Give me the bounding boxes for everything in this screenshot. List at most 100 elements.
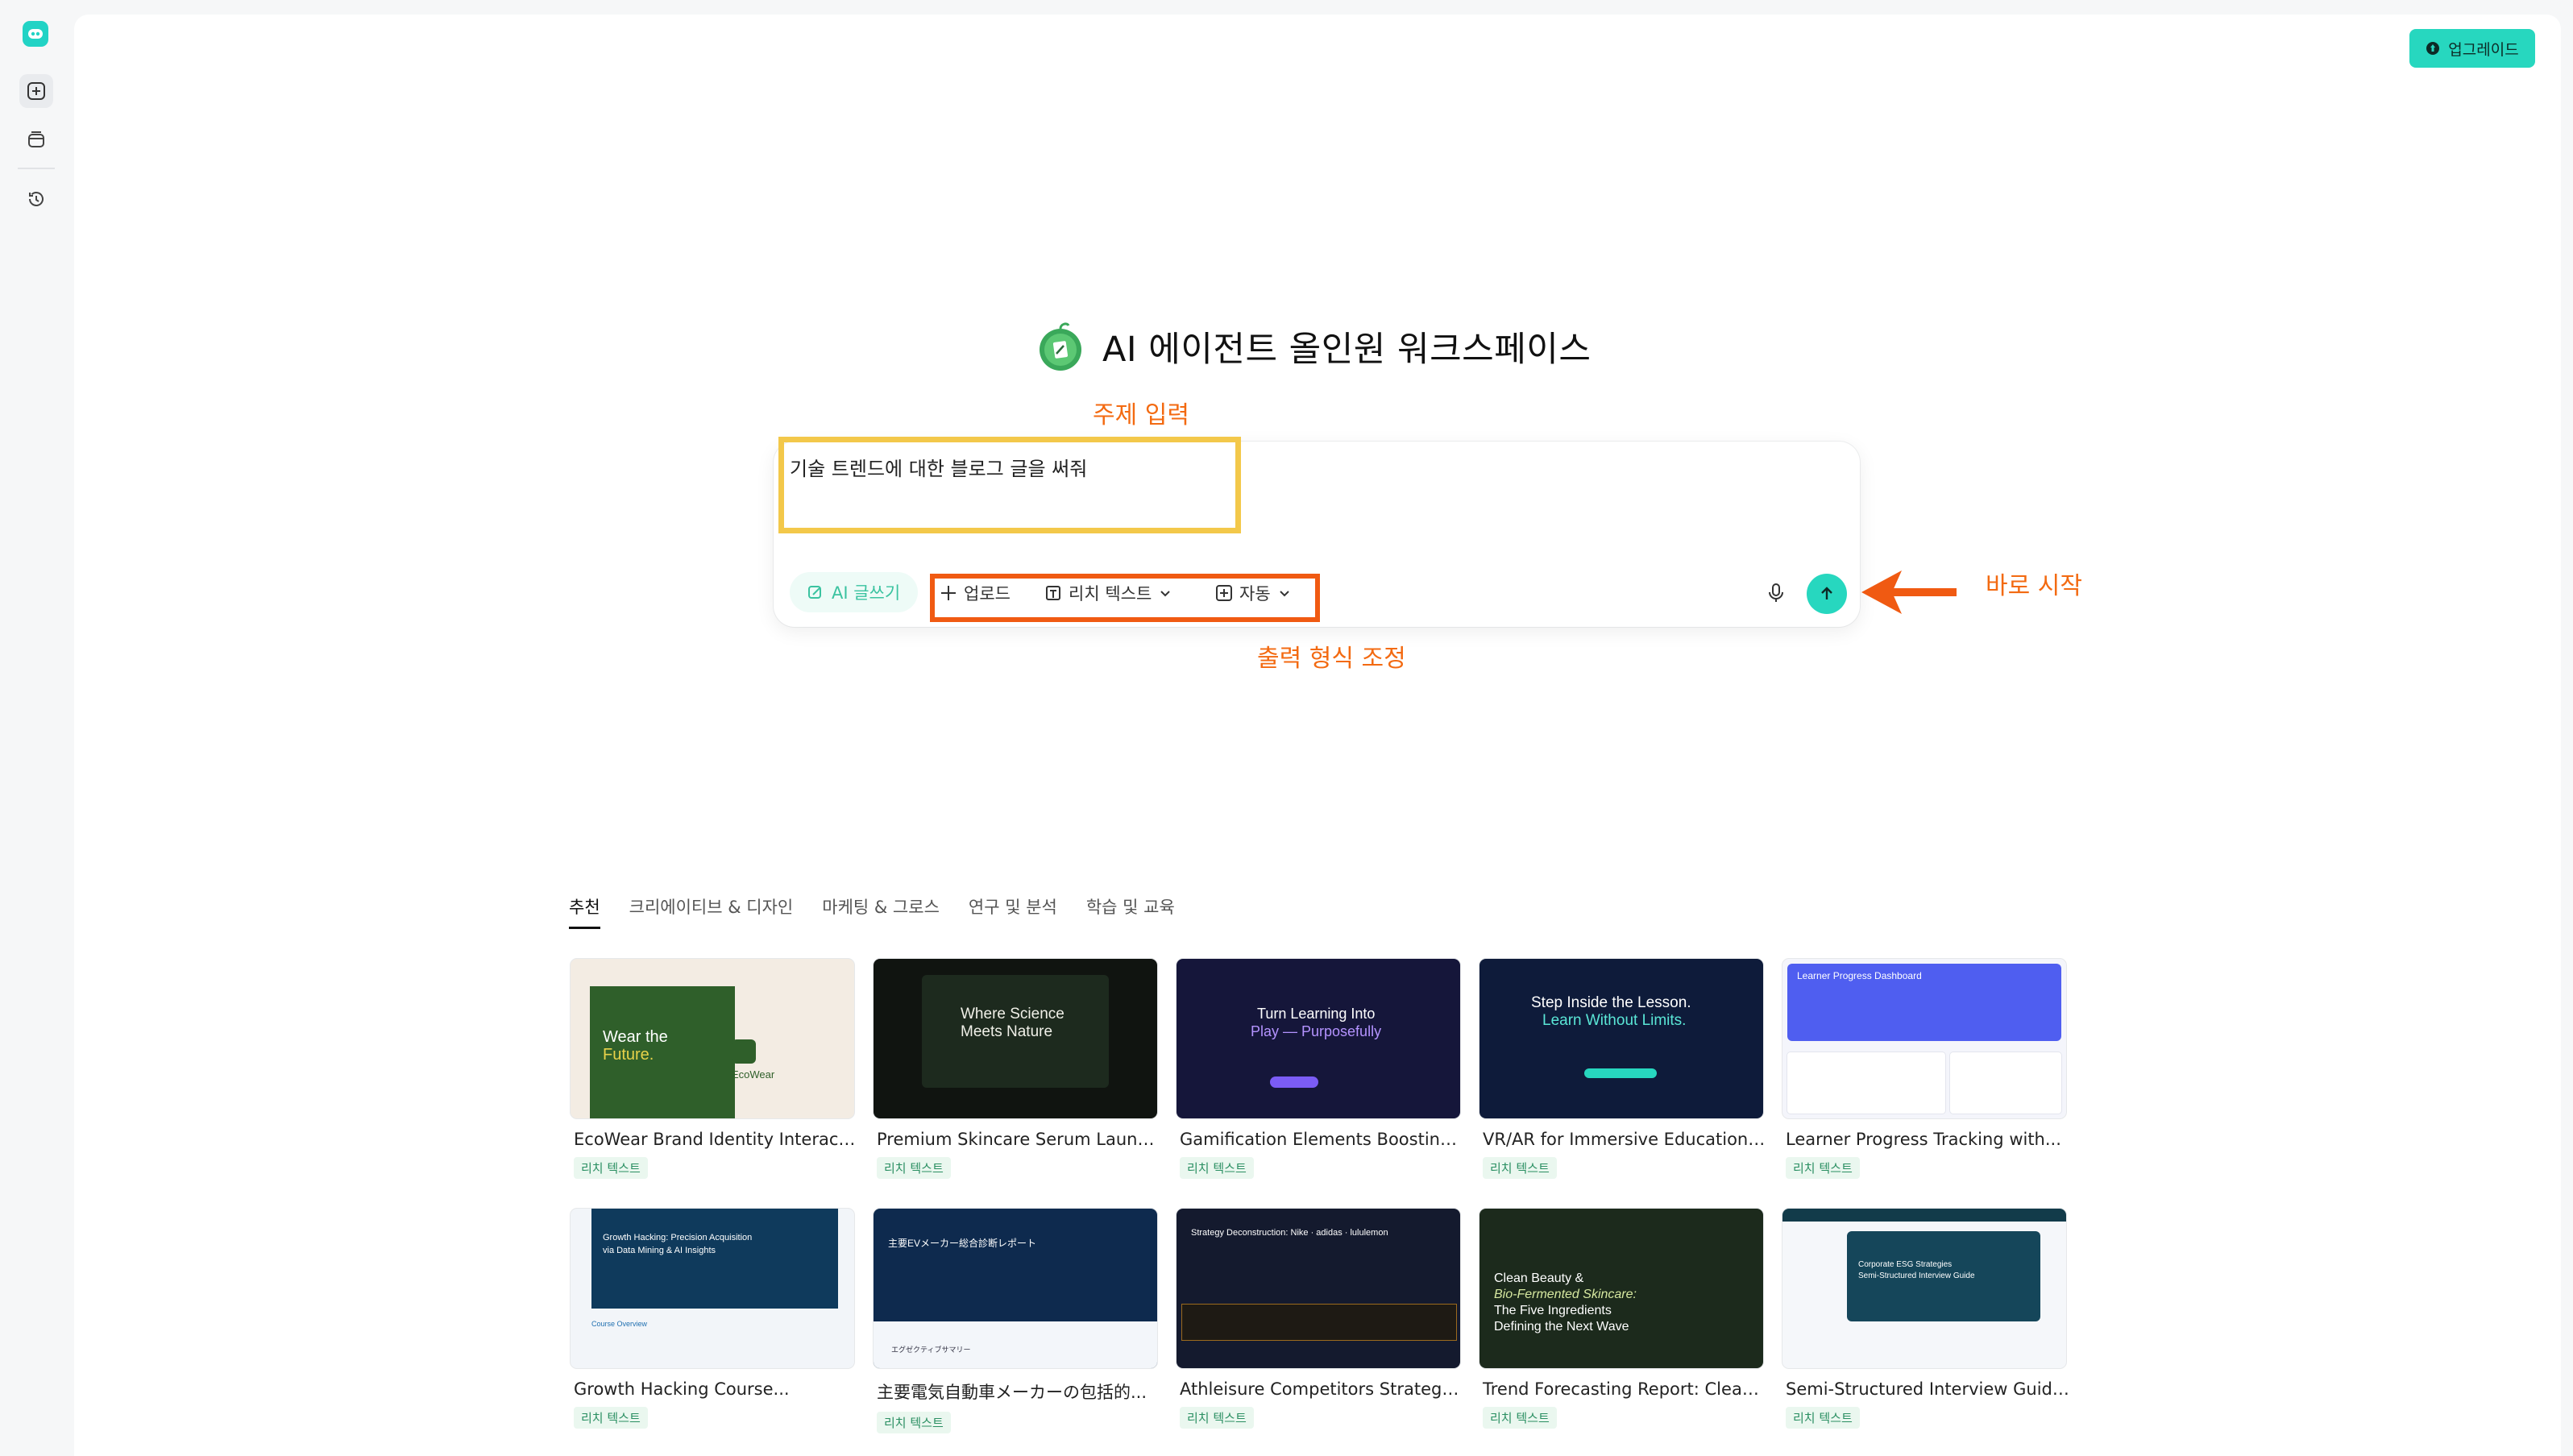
thumb-text: Strategy Deconstruction: Nike · adidas ·… xyxy=(1191,1228,1388,1238)
annotation-topic: 주제 입력 xyxy=(1093,401,1189,429)
thumb-text: Growth Hacking: Precision Acquisition xyxy=(603,1233,753,1242)
card-tag: 리치 텍스트 xyxy=(1180,1157,1254,1179)
upload-button[interactable]: 업로드 xyxy=(940,577,1011,609)
rich-text-select[interactable]: 리치 텍스트 xyxy=(1044,577,1172,609)
template-card[interactable]: 主要EVメーカー総合診断レポート エグゼクティブサマリー 主要電気自動車メーカー… xyxy=(874,1209,1157,1433)
thumb-text: Meets Nature xyxy=(961,1023,1053,1040)
annotation-start: 바로 시작 xyxy=(1986,572,2082,600)
library-icon[interactable] xyxy=(19,122,53,156)
thumb-text: Future. xyxy=(603,1046,654,1064)
card-thumbnail: Strategy Deconstruction: Nike · adidas ·… xyxy=(1177,1209,1460,1368)
sidebar-divider xyxy=(18,168,55,169)
card-thumbnail: Growth Hacking: Precision Acquisition vi… xyxy=(571,1209,854,1368)
card-title: Trend Forecasting Report: Clean... xyxy=(1483,1379,1766,1399)
template-card[interactable]: Where Science Meets Nature Premium Skinc… xyxy=(874,959,1160,1179)
card-thumbnail: Wear the Future. EcoWear xyxy=(571,959,854,1118)
template-card[interactable]: Learner Progress Dashboard Learner Progr… xyxy=(1782,959,2066,1179)
upgrade-button[interactable]: 업그레이드 xyxy=(2409,29,2535,68)
thumb-text: Step Inside the Lesson. xyxy=(1531,994,1691,1011)
tab-creative-design[interactable]: 크리에이티브 & 디자인 xyxy=(629,894,794,929)
card-thumbnail: Learner Progress Dashboard xyxy=(1782,959,2066,1118)
template-card[interactable]: Turn Learning Into Play — Purposefully G… xyxy=(1177,959,1463,1179)
thumb-text: Wear the xyxy=(603,1028,668,1046)
card-thumbnail: Corporate ESG Strategies Semi-Structured… xyxy=(1782,1209,2066,1368)
arrow-up-icon xyxy=(1821,587,1832,599)
sidebar xyxy=(0,0,74,1456)
thumb-text: Semi-Structured Interview Guide xyxy=(1858,1271,1975,1280)
card-tag: 리치 텍스트 xyxy=(1180,1407,1254,1429)
thumb-text: 主要EVメーカー総合診断レポート xyxy=(888,1238,1037,1249)
card-thumbnail: Turn Learning Into Play — Purposefully xyxy=(1177,959,1460,1118)
ai-writing-label: AI 글쓰기 xyxy=(832,583,901,603)
mascot-logo-icon xyxy=(1040,322,1081,371)
card-title: Semi-Structured Interview Guide... xyxy=(1786,1379,2069,1399)
plus-icon xyxy=(941,586,956,600)
hero: AI 에이전트 올인원 워크스페이스 xyxy=(1036,321,1591,372)
template-card[interactable]: Step Inside the Lesson. Learn Without Li… xyxy=(1479,959,1766,1179)
rich-text-label: 리치 텍스트 xyxy=(1069,584,1152,604)
tab-marketing-growth[interactable]: 마케팅 & 그로스 xyxy=(822,894,940,929)
card-thumbnail: 主要EVメーカー総合診断レポート エグゼクティブサマリー xyxy=(874,1209,1157,1368)
card-tag: 리치 텍스트 xyxy=(877,1157,951,1179)
card-title: Athleisure Competitors Strategy... xyxy=(1180,1379,1463,1399)
thumb-text: Bio-Fermented Skincare: xyxy=(1494,1288,1637,1301)
thumb-text: Course Overview xyxy=(591,1320,648,1328)
auto-select[interactable]: 자동 xyxy=(1215,577,1292,609)
tab-research-analysis[interactable]: 연구 및 분석 xyxy=(969,894,1057,929)
upload-label: 업로드 xyxy=(964,584,1011,604)
thumb-text: EcoWear xyxy=(732,1068,775,1081)
hero-title: AI 에이전트 올인원 워크스페이스 xyxy=(1102,330,1592,370)
card-tag: 리치 텍스트 xyxy=(1483,1157,1557,1179)
card-title: VR/AR for Immersive Educational... xyxy=(1483,1130,1766,1149)
card-tag: 리치 텍스트 xyxy=(1786,1407,1860,1429)
card-tag: 리치 텍스트 xyxy=(877,1412,951,1433)
thumb-text: Play — Purposefully xyxy=(1251,1023,1382,1039)
template-card[interactable]: Wear the Future. EcoWear EcoWear Brand I… xyxy=(571,959,857,1179)
card-thumbnail: Where Science Meets Nature xyxy=(874,959,1157,1118)
annotation-arrow-icon xyxy=(1861,570,1957,614)
card-title: 主要電気自動車メーカーの包括的... xyxy=(877,1383,1147,1402)
thumb-text: via Data Mining & AI Insights xyxy=(603,1246,716,1255)
history-icon[interactable] xyxy=(19,182,53,216)
card-title: Learner Progress Tracking with... xyxy=(1786,1130,2061,1149)
annotation-format: 출력 형식 조정 xyxy=(1257,645,1406,673)
card-title: Gamification Elements Boosting... xyxy=(1180,1130,1463,1149)
template-card[interactable]: Growth Hacking: Precision Acquisition vi… xyxy=(571,1209,854,1429)
card-tag: 리치 텍스트 xyxy=(574,1157,648,1179)
thumb-text: The Five Ingredients xyxy=(1494,1304,1612,1317)
template-card[interactable]: Corporate ESG Strategies Semi-Structured… xyxy=(1782,1209,2069,1429)
card-tag: 리치 텍스트 xyxy=(1786,1157,1860,1179)
card-title: Premium Skincare Serum Launch... xyxy=(877,1130,1160,1149)
thumb-text: Learn Without Limits. xyxy=(1542,1012,1687,1029)
category-tabs: 추천 크리에이티브 & 디자인 마케팅 & 그로스 연구 및 분석 학습 및 교… xyxy=(569,894,1175,929)
annotation-topic-box xyxy=(778,437,1241,533)
card-title: EcoWear Brand Identity Interactiv... xyxy=(574,1130,857,1149)
thumb-text: Turn Learning Into xyxy=(1257,1006,1376,1022)
thumb-text: Clean Beauty & xyxy=(1494,1271,1584,1285)
tab-recommended[interactable]: 추천 xyxy=(569,894,600,929)
new-chat-icon[interactable] xyxy=(19,74,53,108)
card-tag: 리치 텍스트 xyxy=(1483,1407,1557,1429)
add-box-icon xyxy=(1216,585,1232,601)
upgrade-icon xyxy=(2426,42,2440,55)
card-title: Growth Hacking Course... xyxy=(574,1379,790,1399)
ai-writing-chip[interactable]: AI 글쓰기 xyxy=(790,572,919,612)
thumb-text: エグゼクティブサマリー xyxy=(891,1346,971,1354)
thumb-text: Corporate ESG Strategies xyxy=(1858,1260,1953,1269)
thumb-text: Where Science xyxy=(961,1006,1064,1023)
edit-icon xyxy=(808,586,821,599)
microphone-icon[interactable] xyxy=(1762,579,1791,608)
send-button[interactable] xyxy=(1807,574,1847,614)
chevron-down-icon xyxy=(1160,591,1170,597)
tab-learning-education[interactable]: 학습 및 교육 xyxy=(1086,894,1175,929)
card-thumbnail: Step Inside the Lesson. Learn Without Li… xyxy=(1479,959,1763,1118)
chevron-down-icon xyxy=(1279,591,1289,597)
template-card[interactable]: Clean Beauty & Bio-Fermented Skincare: T… xyxy=(1479,1209,1766,1429)
card-tag: 리치 텍스트 xyxy=(574,1407,648,1429)
template-card[interactable]: Strategy Deconstruction: Nike · adidas ·… xyxy=(1177,1209,1463,1429)
document-icon xyxy=(1046,586,1060,600)
upgrade-label: 업그레이드 xyxy=(2448,40,2519,59)
auto-label: 자동 xyxy=(1239,584,1271,604)
card-thumbnail: Clean Beauty & Bio-Fermented Skincare: T… xyxy=(1479,1209,1763,1368)
app-logo-icon[interactable] xyxy=(23,21,48,47)
